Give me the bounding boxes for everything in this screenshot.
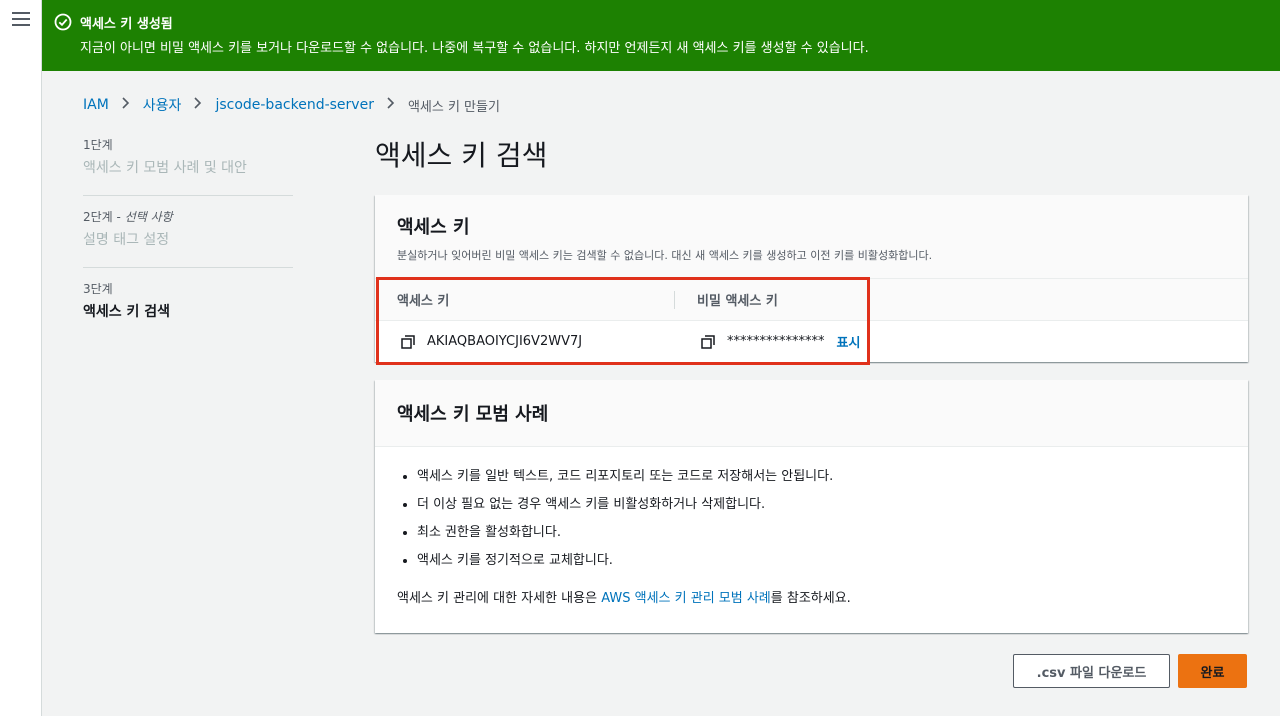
left-navigation-rail: [0, 0, 42, 716]
step-label: 액세스 키 검색: [83, 304, 171, 320]
flash-message: 지금이 아니면 비밀 액세스 키를 보거나 다운로드할 수 없습니다. 나중에 …: [80, 41, 869, 56]
access-key-panel: 액세스 키 분실하거나 잊어버린 비밀 액세스 키는 검색할 수 없습니다. 대…: [375, 195, 1248, 362]
table-row: AKIAQBAOIYCJI6V2WV7J *************** 표시: [375, 321, 1248, 362]
list-item: 액세스 키를 정기적으로 교체합니다.: [417, 547, 1226, 575]
done-button[interactable]: 완료: [1178, 654, 1247, 688]
footer-prefix: 액세스 키 관리에 대한 자세한 내용은: [397, 591, 602, 606]
flash-title: 액세스 키 생성됨: [80, 17, 173, 32]
best-practices-footer: 액세스 키 관리에 대한 자세한 내용은 AWS 액세스 키 관리 모범 사례를…: [397, 587, 1226, 606]
panel-body: 액세스 키를 일반 텍스트, 코드 리포지토리 또는 코드로 저장해서는 안됩니…: [375, 447, 1248, 606]
check-circle-icon: [54, 13, 72, 31]
panel-title: 액세스 키: [397, 217, 470, 238]
step-number: 1단계: [83, 138, 113, 152]
table-header: 액세스 키 비밀 액세스 키: [375, 279, 1248, 321]
access-key-cell: AKIAQBAOIYCJI6V2WV7J: [375, 334, 675, 349]
chevron-right-icon: [386, 97, 396, 113]
step-label: 설명 태그 설정: [83, 232, 170, 248]
show-secret-link[interactable]: 표시: [837, 332, 861, 351]
wizard-step-1: 1단계 액세스 키 모범 사례 및 대안: [83, 136, 293, 196]
menu-icon[interactable]: [12, 12, 30, 26]
copy-icon[interactable]: [401, 334, 415, 349]
list-item: 더 이상 필요 없는 경우 액세스 키를 비활성화하거나 삭제합니다.: [417, 491, 1226, 519]
download-csv-button[interactable]: .csv 파일 다운로드: [1013, 654, 1170, 688]
chevron-right-icon: [121, 97, 131, 113]
page-title: 액세스 키 검색: [375, 139, 548, 172]
breadcrumb-users[interactable]: 사용자: [143, 95, 182, 115]
access-key-id: AKIAQBAOIYCJI6V2WV7J: [427, 334, 583, 349]
panel-description: 분실하거나 잊어버린 비밀 액세스 키는 검색할 수 없습니다. 대신 새 액세…: [397, 249, 933, 262]
best-practices-link[interactable]: AWS 액세스 키 관리 모범 사례: [601, 591, 771, 606]
step-number: 2단계 - 선택 사항: [83, 208, 293, 225]
secret-key-cell: *************** 표시: [675, 332, 860, 351]
step-number: 3단계: [83, 282, 113, 296]
best-practices-panel: 액세스 키 모범 사례 액세스 키를 일반 텍스트, 코드 리포지토리 또는 코…: [375, 380, 1248, 633]
list-item: 최소 권한을 활성화합니다.: [417, 519, 1226, 547]
step-label: 액세스 키 모범 사례 및 대안: [83, 160, 247, 176]
chevron-right-icon: [193, 97, 203, 113]
breadcrumb-iam[interactable]: IAM: [83, 97, 109, 113]
panel-title: 액세스 키 모범 사례: [397, 404, 549, 425]
best-practices-list: 액세스 키를 일반 텍스트, 코드 리포지토리 또는 코드로 저장해서는 안됩니…: [397, 463, 1226, 575]
breadcrumb-user-name[interactable]: jscode-backend-server: [215, 97, 374, 113]
column-header-secret-key: 비밀 액세스 키: [697, 294, 778, 309]
optional-label: 선택 사항: [124, 210, 173, 224]
breadcrumb-current: 액세스 키 만들기: [407, 99, 500, 115]
list-item: 액세스 키를 일반 텍스트, 코드 리포지토리 또는 코드로 저장해서는 안됩니…: [417, 463, 1226, 491]
column-header-access-key: 액세스 키: [375, 279, 675, 320]
success-flash-banner: 액세스 키 생성됨 지금이 아니면 비밀 액세스 키를 보거나 다운로드할 수 …: [42, 0, 1280, 71]
copy-icon[interactable]: [701, 334, 715, 349]
wizard-step-2: 2단계 - 선택 사항 설명 태그 설정: [83, 208, 293, 268]
step-number-text: 2단계 -: [83, 210, 125, 224]
panel-header: 액세스 키 분실하거나 잊어버린 비밀 액세스 키는 검색할 수 없습니다. 대…: [375, 195, 1248, 279]
breadcrumb: IAM 사용자 jscode-backend-server 액세스 키 만들기: [83, 95, 500, 115]
footer-suffix: 를 참조하세요.: [770, 591, 851, 606]
wizard-step-3: 3단계 액세스 키 검색: [83, 280, 293, 339]
wizard-steps: 1단계 액세스 키 모범 사례 및 대안 2단계 - 선택 사항 설명 태그 설…: [83, 136, 293, 351]
secret-key-masked: ***************: [727, 334, 825, 349]
panel-header: 액세스 키 모범 사례: [375, 380, 1248, 447]
